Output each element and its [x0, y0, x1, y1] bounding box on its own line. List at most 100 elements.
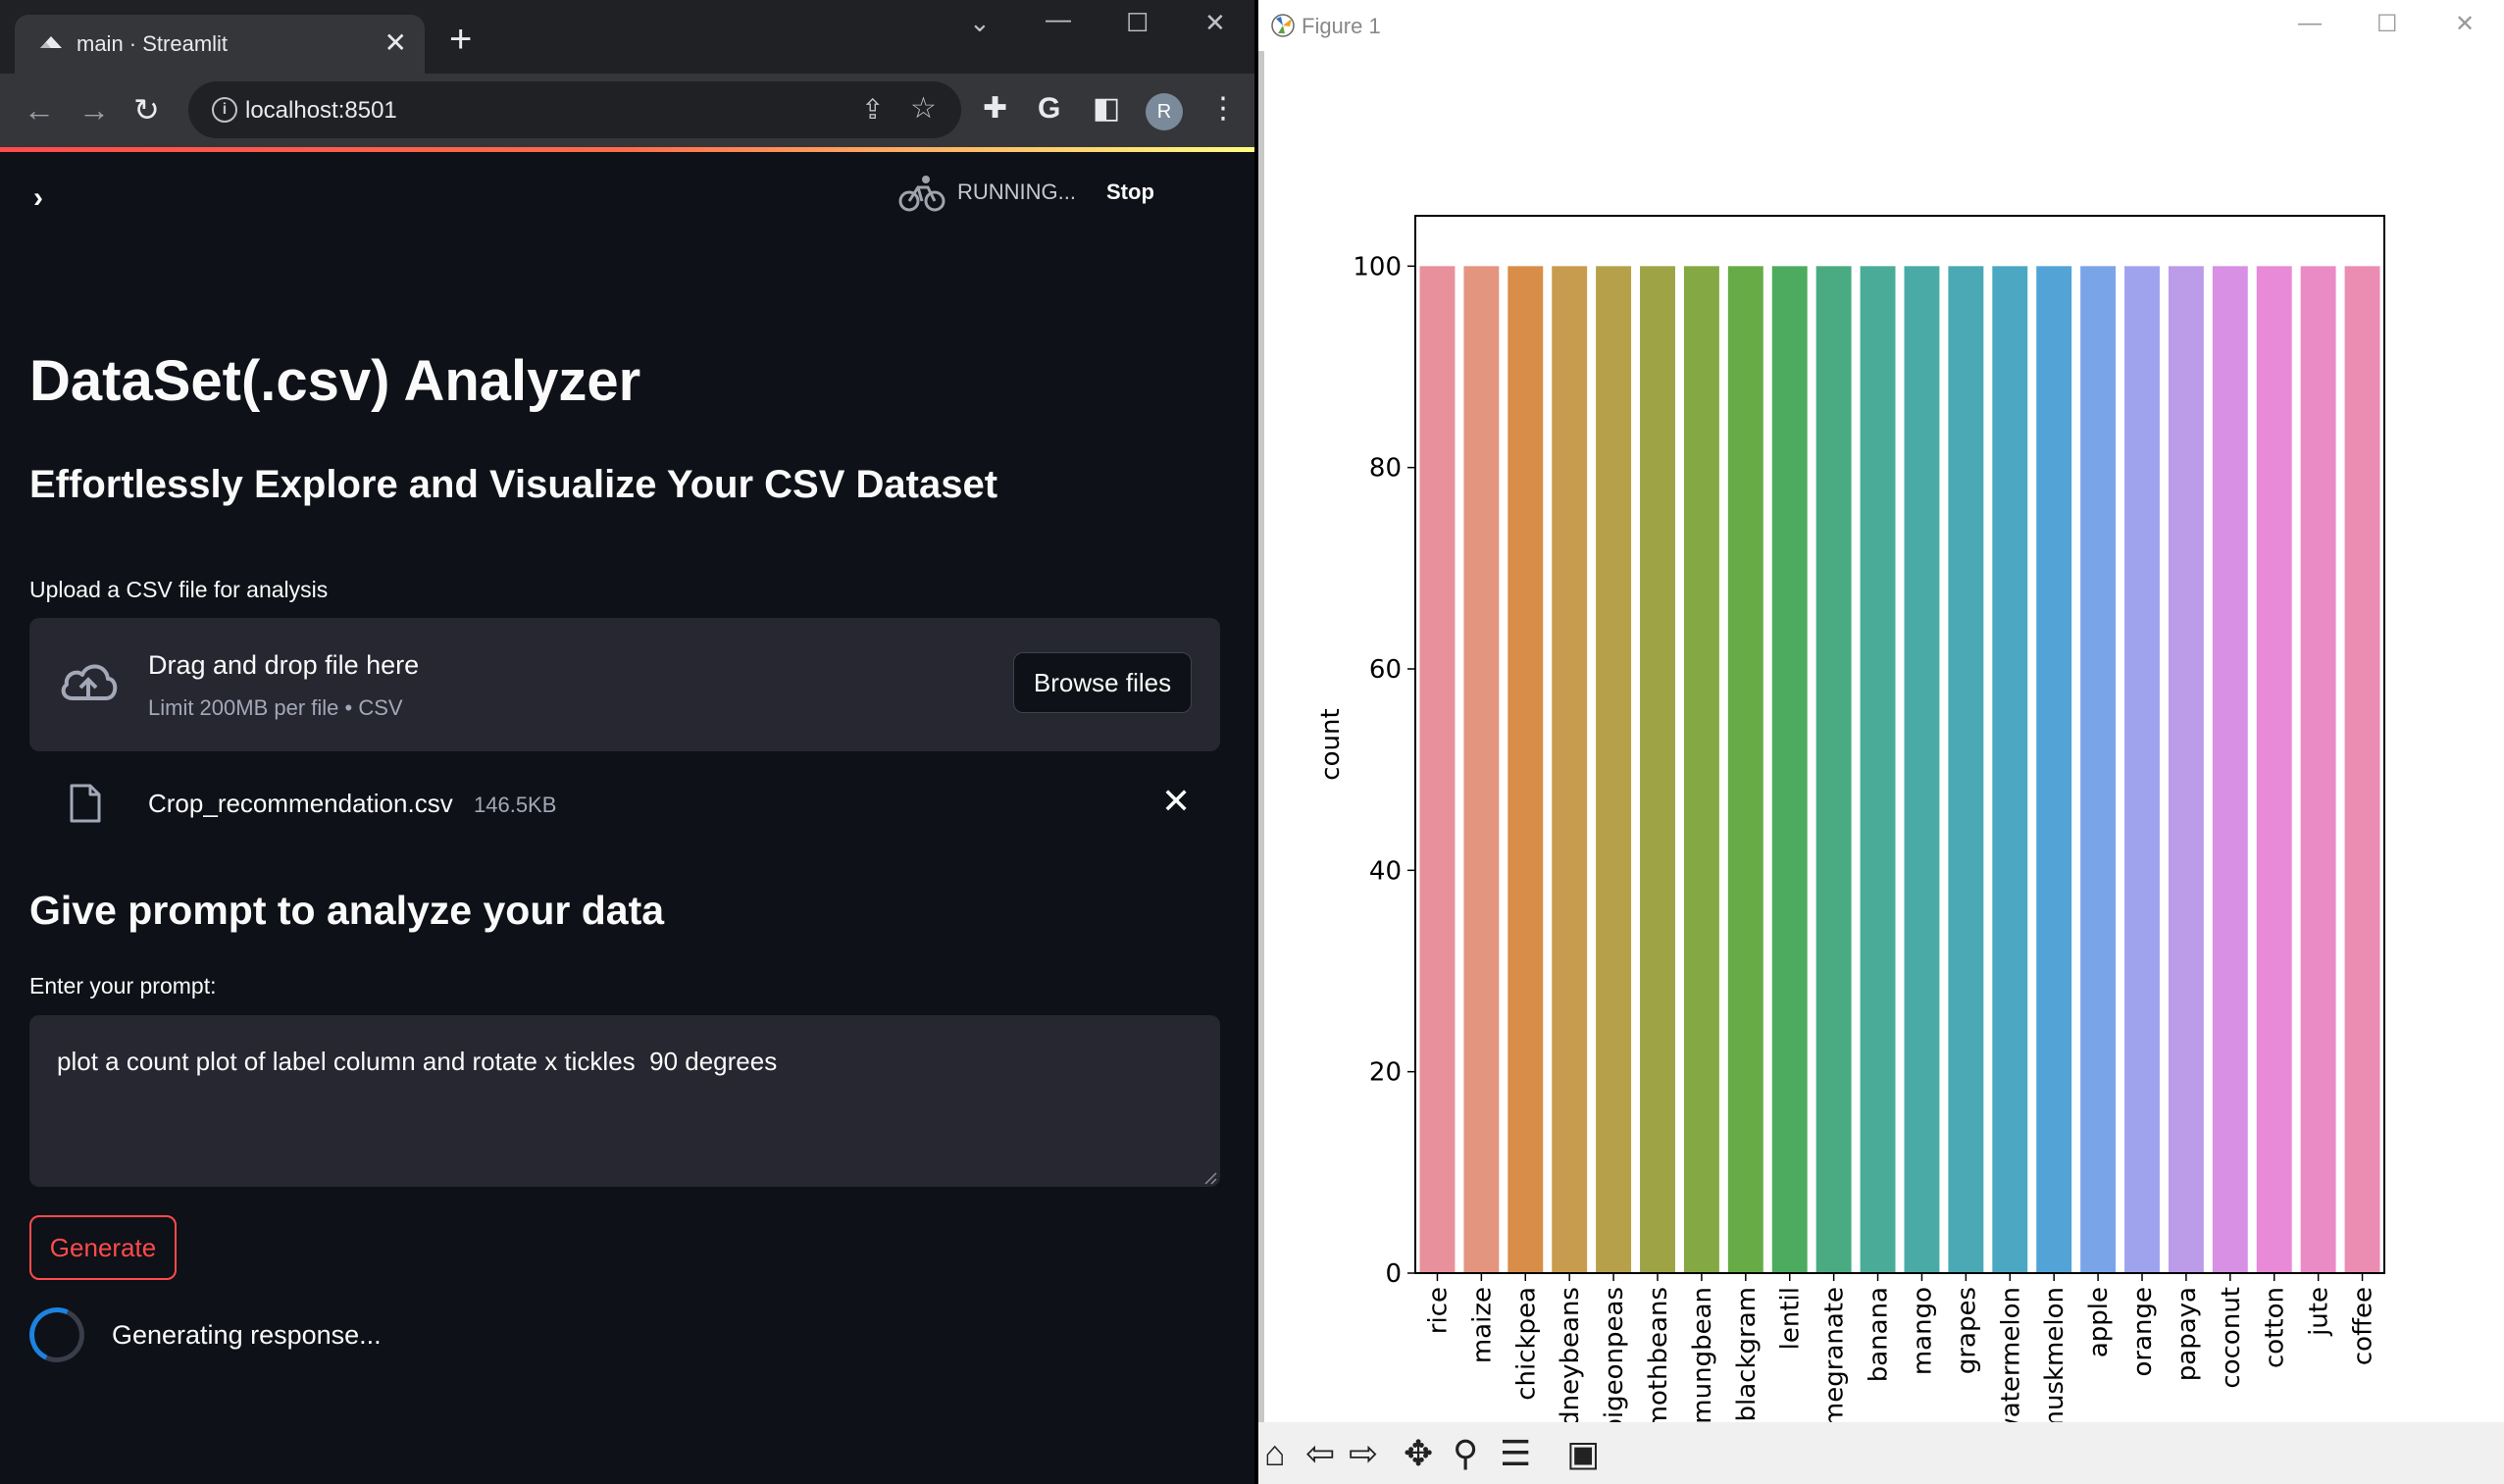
upload-label: Upload a CSV file for analysis: [29, 577, 329, 602]
bar-pomegranate: [1815, 266, 1852, 1274]
count-plot: 0 20 40 60 80 100 rice maize chickpea kidneybean…: [1316, 215, 2385, 1422]
maximize-icon[interactable]: ☐: [1126, 8, 1149, 38]
browser-tab[interactable]: main · Streamlit ✕: [15, 15, 425, 74]
bar-lentil: [1771, 266, 1808, 1274]
x-tick-label: papaya: [2172, 1287, 2202, 1381]
loading-spinner-icon: [22, 1300, 92, 1370]
tab-close-icon[interactable]: ✕: [384, 26, 407, 59]
x-tick-label: cotton: [2261, 1287, 2290, 1368]
matplotlib-figure-window: Figure 1 — ☐ ✕ 0 20 40 60 80 100 rice maize chi…: [1258, 0, 2504, 1484]
x-tick-label: lentil: [1776, 1287, 1806, 1350]
bar-muskmelon: [2036, 266, 2072, 1274]
bar-orange: [2124, 266, 2160, 1274]
address-bar[interactable]: i localhost:8501 ⇪ ☆: [188, 81, 961, 138]
figure-close-icon[interactable]: ✕: [2455, 10, 2475, 38]
x-tick-label: coffee: [2349, 1287, 2378, 1365]
window-close-icon[interactable]: ✕: [1204, 8, 1226, 38]
bar-papaya: [2168, 266, 2204, 1274]
sidebar-toggle-icon[interactable]: ›: [33, 181, 43, 215]
x-tick-label: kidneybeans: [1556, 1287, 1585, 1422]
y-tick-label: 80: [1369, 454, 1402, 484]
generating-status: Generating response...: [112, 1320, 382, 1350]
x-tick-label: orange: [2128, 1287, 2158, 1377]
x-tick-label: coconut: [2217, 1287, 2246, 1389]
uploaded-file-row: Crop_recommendation.csv 146.5KB ✕: [29, 775, 1220, 834]
y-axis-label: count: [1316, 708, 1346, 780]
bars: [1419, 266, 2380, 1274]
x-tick-label: apple: [2084, 1287, 2114, 1357]
generate-button[interactable]: Generate: [29, 1215, 177, 1280]
page-subtitle: Effortlessly Explore and Visualize Your …: [29, 463, 998, 506]
bar-coffee: [2344, 266, 2380, 1274]
x-tick-label: mungbean: [1688, 1287, 1717, 1422]
streamlit-header: › RUNNING... Stop: [0, 152, 1254, 230]
stop-button[interactable]: Stop: [1106, 179, 1154, 205]
extensions-icon[interactable]: ✚: [983, 91, 1007, 127]
bar-chickpea: [1508, 266, 1544, 1274]
avatar[interactable]: R: [1146, 93, 1183, 130]
tab-title: main · Streamlit: [77, 31, 229, 56]
bar-pigeonpeas: [1596, 266, 1632, 1274]
bar-watermelon: [1992, 266, 2028, 1274]
menu-kebab-icon[interactable]: ⋮: [1208, 91, 1238, 127]
dropzone-limit: Limit 200MB per file • CSV: [148, 695, 403, 720]
google-icon[interactable]: G: [1038, 91, 1060, 127]
prompt-heading: Give prompt to analyze your data: [29, 888, 665, 933]
forward-icon[interactable]: →: [78, 90, 110, 129]
bar-banana: [1860, 266, 1896, 1274]
bar-mango: [1904, 266, 1940, 1274]
remove-file-icon[interactable]: ✕: [1161, 781, 1191, 822]
pan-icon[interactable]: ✥: [1404, 1434, 1433, 1473]
bar-cotton: [2256, 266, 2292, 1274]
bar-rice: [1419, 266, 1456, 1274]
figure-minimize-icon[interactable]: —: [2298, 10, 2322, 37]
file-dropzone[interactable]: Drag and drop file here Limit 200MB per …: [29, 618, 1220, 751]
figure-maximize-icon[interactable]: ☐: [2376, 10, 2398, 38]
resize-handle-icon[interactable]: [1201, 1169, 1217, 1185]
running-bicycle-icon: [898, 176, 945, 212]
x-tick-label: chickpea: [1511, 1287, 1541, 1401]
bar-apple: [2080, 266, 2117, 1274]
save-icon[interactable]: ▣: [1566, 1434, 1600, 1473]
side-panel-icon[interactable]: ◧: [1093, 91, 1120, 127]
bar-mungbean: [1683, 266, 1719, 1274]
y-tick-label: 40: [1369, 856, 1402, 886]
bookmark-star-icon[interactable]: ☆: [910, 91, 937, 126]
x-tick-label: mothbeans: [1644, 1287, 1673, 1422]
streamlit-favicon-icon: [40, 36, 62, 48]
y-ticks: 0 20 40 60 80 100: [1353, 252, 1415, 1289]
x-tick-label: banana: [1865, 1287, 1894, 1382]
x-tick-label: grapes: [1952, 1287, 1981, 1374]
home-icon[interactable]: ⌂: [1264, 1434, 1286, 1473]
y-tick-label: 20: [1369, 1058, 1402, 1088]
browse-files-button[interactable]: Browse files: [1013, 652, 1192, 713]
figure-titlebar: Figure 1 — ☐ ✕: [1258, 0, 2504, 51]
bar-maize: [1463, 266, 1500, 1274]
bar-mothbeans: [1640, 266, 1675, 1274]
back-arrow-icon[interactable]: ⇦: [1305, 1434, 1335, 1473]
x-tick-label: blackgram: [1732, 1287, 1762, 1421]
new-tab-button[interactable]: +: [449, 20, 472, 59]
site-info-icon[interactable]: i: [212, 97, 237, 123]
bar-grapes: [1948, 266, 1984, 1274]
y-tick-label: 60: [1369, 655, 1402, 685]
tab-search-icon[interactable]: ⌄: [969, 8, 991, 38]
minimize-icon[interactable]: —: [1046, 4, 1071, 34]
cloud-upload-icon: [61, 664, 118, 700]
url-text: localhost:8501: [245, 97, 397, 124]
configure-subplots-icon[interactable]: ☰: [1500, 1434, 1531, 1473]
y-tick-label: 0: [1385, 1259, 1402, 1289]
bar-kidneybeans: [1552, 266, 1588, 1274]
back-icon[interactable]: ←: [24, 90, 55, 129]
tab-strip: main · Streamlit ✕ + ⌄ — ☐ ✕: [0, 0, 1254, 74]
bar-blackgram: [1727, 266, 1763, 1274]
reload-icon[interactable]: ↻: [133, 90, 160, 129]
forward-arrow-icon[interactable]: ⇨: [1349, 1434, 1378, 1473]
x-tick-label: muskmelon: [2040, 1287, 2070, 1422]
running-status: RUNNING...: [957, 179, 1076, 204]
prompt-input[interactable]: plot a count plot of label column and ro…: [29, 1015, 1220, 1187]
share-icon[interactable]: ⇪: [861, 93, 884, 126]
browser-toolbar: ← → ↻ i localhost:8501 ⇪ ☆ ✚ G ◧ R ⋮: [0, 74, 1254, 147]
x-ticks: rice maize chickpea kidneybeans pigeonpeas mo…: [1423, 1273, 2378, 1422]
zoom-icon[interactable]: ⚲: [1453, 1434, 1478, 1473]
